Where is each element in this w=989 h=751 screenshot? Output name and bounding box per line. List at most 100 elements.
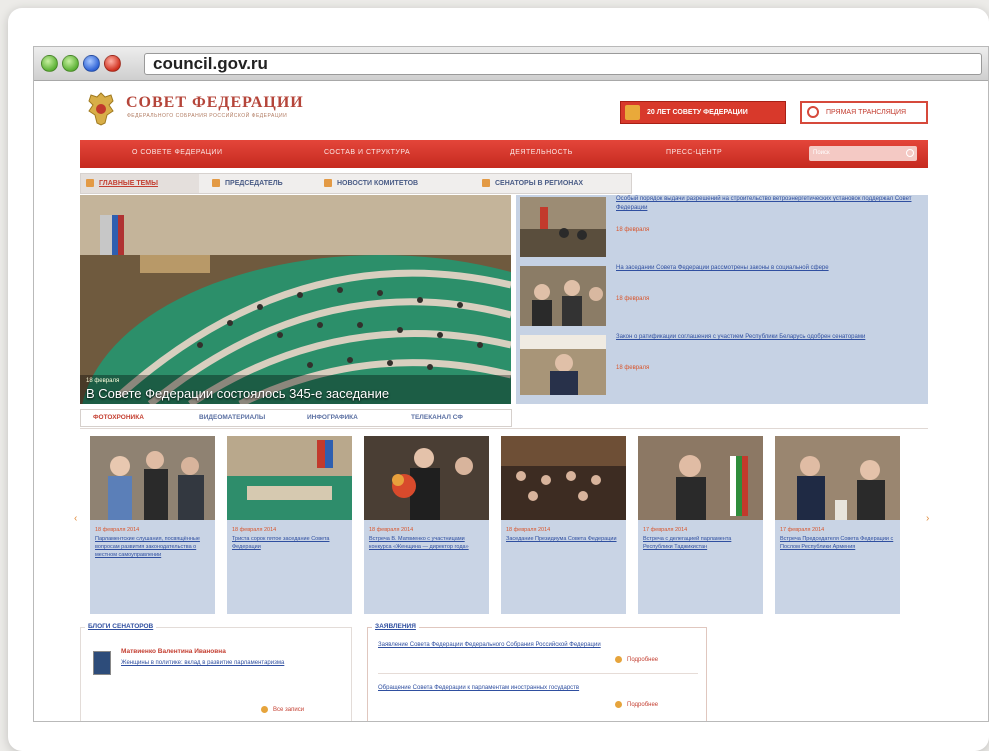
statement-more-link[interactable]: Подробнее (615, 656, 658, 663)
news-date: 18 февраля (616, 296, 650, 302)
blog-author[interactable]: Матвиенко Валентина Ивановна (121, 648, 226, 655)
bullet-icon (615, 701, 622, 708)
news-thumbnail[interactable] (520, 197, 606, 257)
more-label: Подробнее (627, 702, 659, 709)
gallery-photo[interactable] (227, 436, 352, 520)
search-placeholder: Поиск (813, 150, 830, 156)
search-input[interactable]: Поиск (809, 146, 917, 161)
tab-label: ПРЕДСЕДАТЕЛЬ (225, 180, 283, 187)
live-broadcast-button[interactable]: ПРЯМАЯ ТРАНСЛЯЦИЯ (800, 101, 928, 124)
gallery-date: 18 февраля 2014 (95, 527, 140, 533)
gallery-photo[interactable] (501, 436, 626, 520)
window-button-red[interactable] (104, 55, 121, 72)
news-item: Особый порядок выдачи разрешений на стро… (520, 195, 924, 259)
topic-tabs: ГЛАВНЫЕ ТЕМЫ ПРЕДСЕДАТЕЛЬ НОВОСТИ КОМИТЕ… (80, 173, 632, 194)
gallery-card[interactable]: 17 февраля 2014 Встреча Председателя Сов… (775, 436, 900, 614)
gallery-photo[interactable] (90, 436, 215, 520)
chevron-right-icon[interactable]: › (926, 513, 929, 524)
media-tabs: ФОТОХРОНИКА ВИДЕОМАТЕРИАЛЫ ИНФОГРАФИКА Т… (80, 409, 512, 427)
tab-chairman[interactable]: ПРЕДСЕДАТЕЛЬ (207, 174, 283, 193)
gallery-date: 17 февраля 2014 (780, 527, 825, 533)
nav-item-about[interactable]: О СОВЕТЕ ФЕДЕРАЦИИ (132, 149, 222, 156)
news-link[interactable]: Особый порядок выдачи разрешений на стро… (616, 195, 916, 213)
blog-post-link[interactable]: Женщины в политике: вклад в развитие пар… (121, 659, 341, 668)
gallery-card[interactable]: 18 февраля 2014 Триста сорок пятое засед… (227, 436, 352, 614)
news-date: 18 февраля (616, 365, 650, 371)
document-icon (212, 179, 220, 187)
bullet-icon (615, 656, 622, 663)
tab-label: НОВОСТИ КОМИТЕТОВ (337, 180, 419, 187)
more-label: Подробнее (627, 657, 659, 664)
gallery-card[interactable]: 18 февраля 2014 Встреча В. Матвиенко с у… (364, 436, 489, 614)
nav-item-structure[interactable]: СОСТАВ И СТРУКТУРА (324, 149, 410, 156)
statements-title[interactable]: ЗАЯВЛЕНИЯ (372, 623, 419, 630)
avatar[interactable] (93, 651, 111, 675)
window-button-blue[interactable] (83, 55, 100, 72)
window-button-green-2[interactable] (62, 55, 79, 72)
bullet-icon (261, 706, 268, 713)
gallery-photo[interactable] (775, 436, 900, 520)
hero-date: 18 февраля (86, 378, 120, 384)
gallery-card[interactable]: 17 февраля 2014 Встреча с делегацией пар… (638, 436, 763, 614)
news-panel: Особый порядок выдачи разрешений на стро… (516, 195, 928, 404)
tab-video[interactable]: ВИДЕОМАТЕРИАЛЫ (199, 414, 265, 421)
search-icon[interactable] (906, 149, 914, 157)
news-link[interactable]: На заседании Совета Федерации рассмотрен… (616, 264, 916, 273)
gallery-text[interactable]: Встреча Председателя Совета Федерации с … (780, 535, 896, 551)
tab-main-topics[interactable]: ГЛАВНЫЕ ТЕМЫ (81, 174, 199, 193)
tab-committee-news[interactable]: НОВОСТИ КОМИТЕТОВ (319, 174, 418, 193)
gallery-date: 18 февраля 2014 (232, 527, 277, 533)
emblem-icon[interactable] (85, 91, 117, 127)
tab-infographics[interactable]: ИНФОГРАФИКА (307, 414, 358, 421)
tab-label: ГЛАВНЫЕ ТЕМЫ (99, 180, 158, 187)
hero-caption[interactable]: В Совете Федерации состоялось 345-е засе… (86, 386, 389, 401)
gallery-photo[interactable] (364, 436, 489, 520)
gallery-card[interactable]: 18 февраля 2014 Заседание Президиума Сов… (501, 436, 626, 614)
hero-image[interactable]: 18 февраля В Совете Федерации состоялось… (80, 195, 511, 404)
gallery-text[interactable]: Встреча с делегацией парламента Республи… (643, 535, 759, 551)
more-label: Все записи (273, 707, 305, 714)
news-link[interactable]: Закон о ратификации соглашения с участие… (616, 333, 916, 342)
blog-more-link[interactable]: Все записи (261, 706, 304, 713)
window-button-green[interactable] (41, 55, 58, 72)
tab-tv[interactable]: ТЕЛЕКАНАЛ СФ (411, 414, 463, 421)
main-nav: О СОВЕТЕ ФЕДЕРАЦИИ СОСТАВ И СТРУКТУРА ДЕ… (80, 140, 928, 168)
tab-senators-regions[interactable]: СЕНАТОРЫ В РЕГИОНАХ (477, 174, 583, 193)
chevron-left-icon[interactable]: ‹ (74, 513, 77, 524)
news-item: Закон о ратификации соглашения с участие… (520, 333, 924, 397)
nav-item-activity[interactable]: ДЕЯТЕЛЬНОСТЬ (510, 149, 573, 156)
statement-link[interactable]: Обращение Совета Федерации к парламентам… (378, 684, 700, 693)
document-icon (482, 179, 490, 187)
site-title[interactable]: СОВЕТ ФЕДЕРАЦИИ (126, 94, 304, 112)
divider (378, 673, 698, 674)
hero-photo (80, 195, 511, 404)
news-date: 18 февраля (616, 227, 650, 233)
gallery-date: 18 февраля 2014 (369, 527, 414, 533)
gallery-text[interactable]: Парламентские слушания, посвящённые вопр… (95, 535, 211, 559)
folder-icon (324, 179, 332, 187)
live-broadcast-label: ПРЯМАЯ ТРАНСЛЯЦИЯ (826, 109, 907, 116)
address-bar[interactable]: council.gov.ru (144, 53, 982, 75)
gallery-text[interactable]: Заседание Президиума Совета Федерации (506, 535, 622, 543)
gallery-text[interactable]: Встреча В. Матвиенко с участницами конку… (369, 535, 485, 551)
statement-more-link[interactable]: Подробнее (615, 701, 658, 708)
broadcast-icon (807, 106, 819, 118)
gallery-date: 17 февраля 2014 (643, 527, 688, 533)
nav-item-press[interactable]: ПРЕСС-ЦЕНТР (666, 149, 722, 156)
gallery-photo[interactable] (638, 436, 763, 520)
web-page: СОВЕТ ФЕДЕРАЦИИ ФЕДЕРАЛЬНОГО СОБРАНИЯ РО… (34, 82, 988, 721)
star-icon (86, 179, 94, 187)
gallery-text[interactable]: Триста сорок пятое заседание Совета Феде… (232, 535, 348, 551)
news-thumbnail[interactable] (520, 335, 606, 395)
emblem-small-icon (625, 105, 640, 120)
tab-photo[interactable]: ФОТОХРОНИКА (93, 414, 144, 421)
anniversary-label: 20 ЛЕТ СОВЕТУ ФЕДЕРАЦИИ (647, 109, 748, 116)
news-thumbnail[interactable] (520, 266, 606, 326)
statement-link[interactable]: Заявление Совета Федерации Федерального … (378, 641, 700, 650)
blog-title[interactable]: БЛОГИ СЕНАТОРОВ (85, 623, 157, 630)
news-item: На заседании Совета Федерации рассмотрен… (520, 264, 924, 328)
gallery-card[interactable]: 18 февраля 2014 Парламентские слушания, … (90, 436, 215, 614)
tab-label: СЕНАТОРЫ В РЕГИОНАХ (495, 180, 584, 187)
browser-toolbar: council.gov.ru (34, 47, 988, 81)
anniversary-button[interactable]: 20 ЛЕТ СОВЕТУ ФЕДЕРАЦИИ (620, 101, 786, 124)
